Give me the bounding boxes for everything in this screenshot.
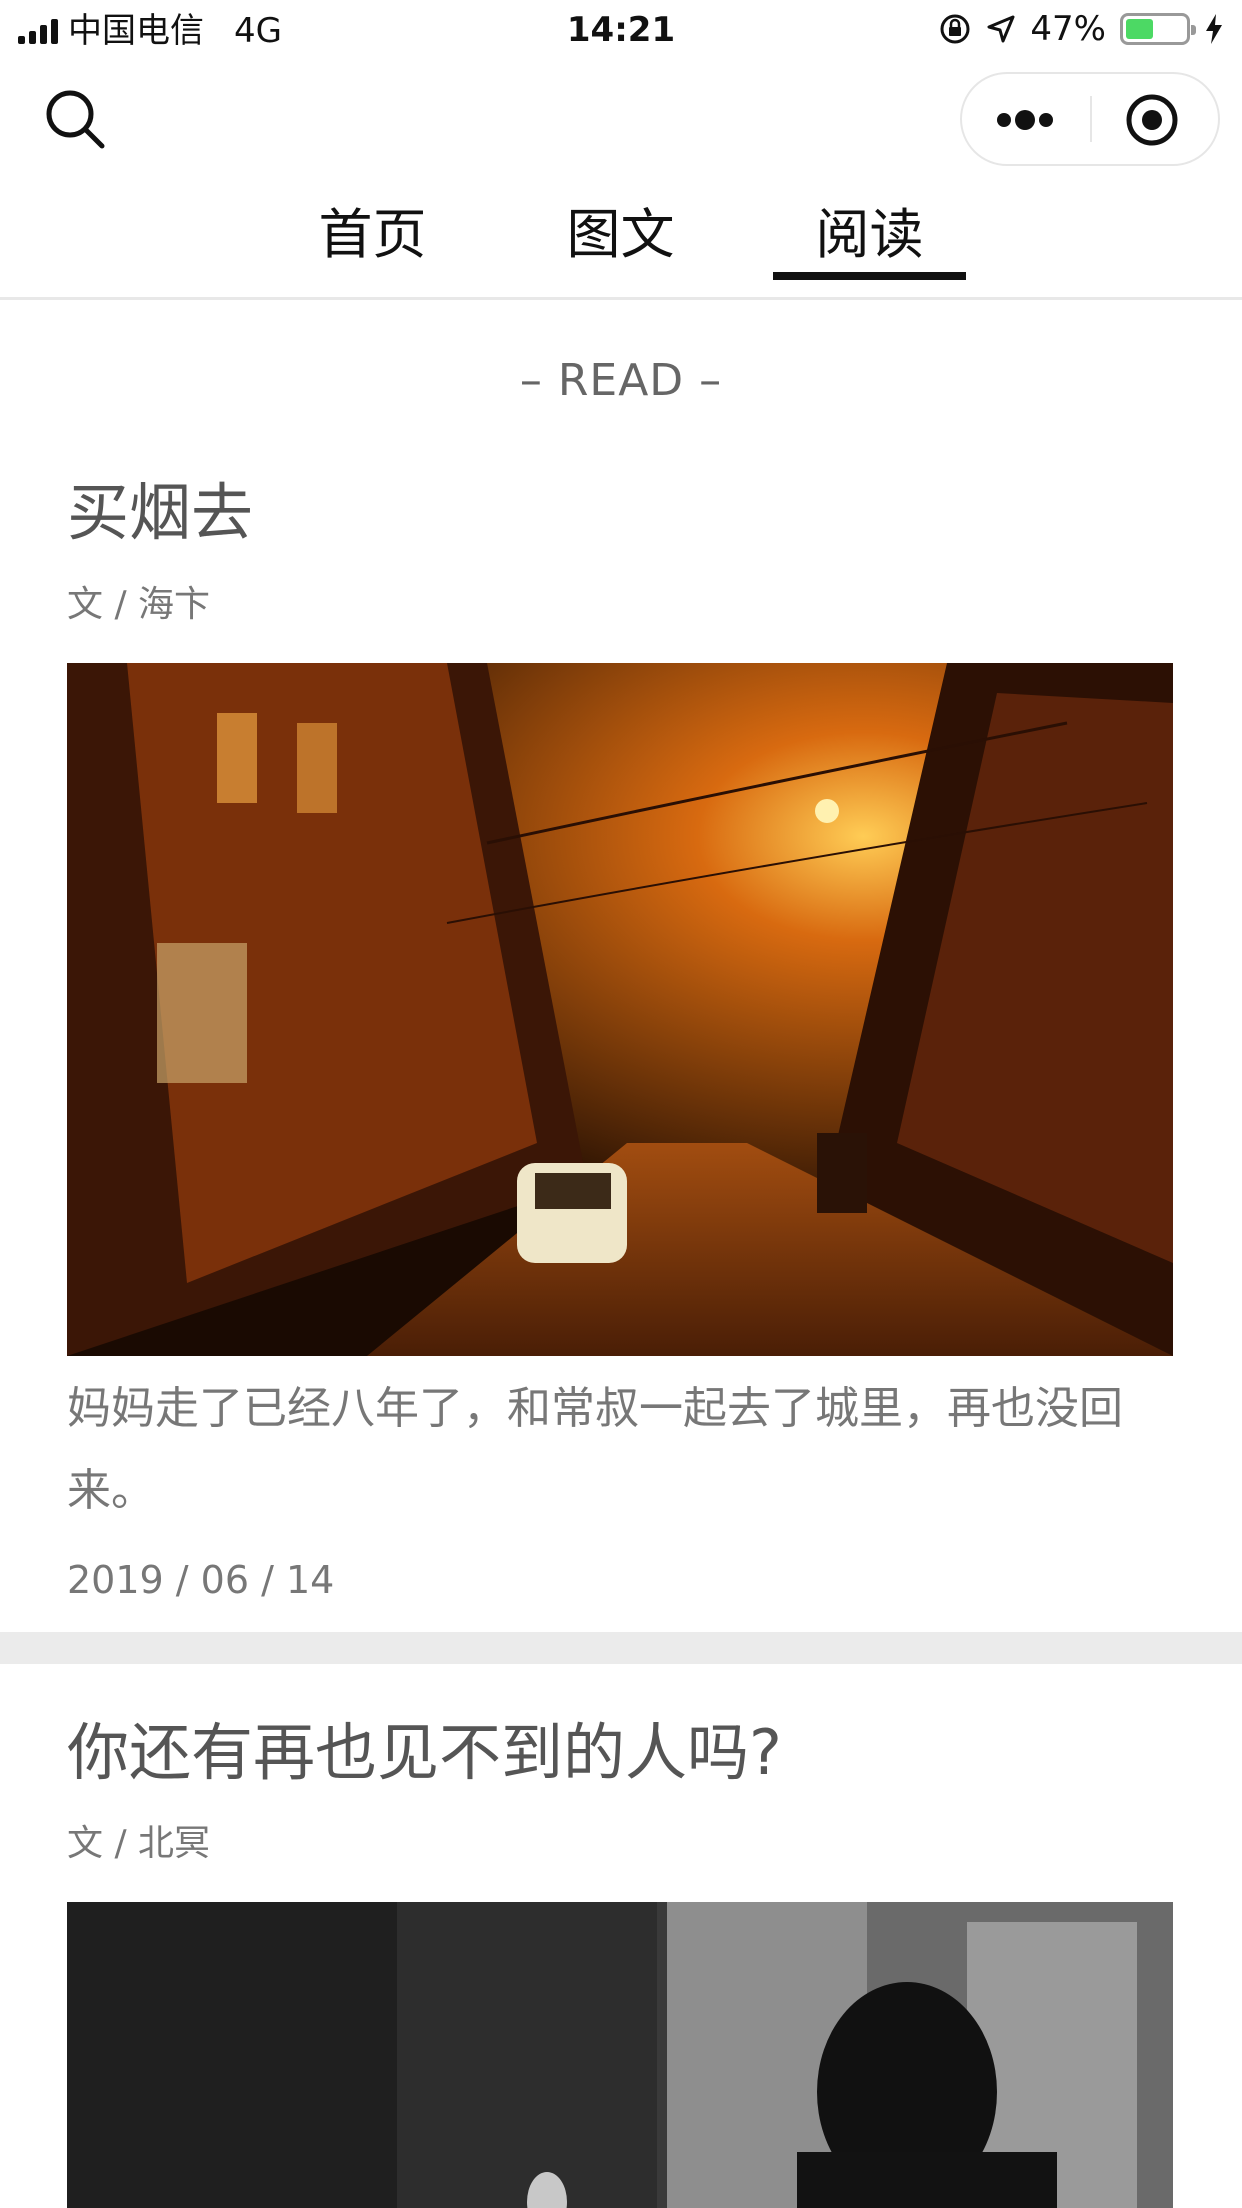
section-separator (0, 1632, 1242, 1664)
charging-bolt-icon (1206, 14, 1222, 44)
tab-bar: 首页 图文 阅读 (0, 200, 1242, 290)
article-cover-image[interactable] (67, 1902, 1173, 2208)
article-date: 2019 / 06 / 14 (67, 1558, 335, 1602)
status-right: 47% (938, 10, 1224, 48)
search-button[interactable] (42, 86, 114, 158)
tab-bar-divider (0, 297, 1242, 300)
battery-percent: 47% (1030, 9, 1106, 49)
rotation-lock-icon (940, 14, 970, 44)
more-button[interactable] (962, 74, 1090, 164)
status-bar: 中国电信 4G 14:21 47% (0, 0, 1242, 62)
article-title[interactable]: 买烟去 (67, 462, 253, 552)
night-street-photo (67, 663, 1173, 1356)
monochrome-room-photo (67, 1902, 1173, 2208)
active-tab-indicator (773, 272, 966, 280)
article-author: 文 / 北冥 (67, 1823, 211, 1864)
article-author: 文 / 海卞 (67, 584, 211, 625)
battery-icon (1120, 13, 1196, 45)
battery-level (1126, 19, 1153, 39)
tab-picture-text[interactable]: 图文 (548, 200, 693, 290)
location-arrow-icon (987, 15, 1015, 43)
battery-tip (1191, 25, 1196, 35)
article-cover-image[interactable] (67, 663, 1173, 1356)
article-title[interactable]: 你还有再也见不到的人吗? (67, 1702, 782, 1792)
target-circle-icon (1126, 94, 1178, 146)
article-excerpt: 妈妈走了已经八年了，和常叔一起去了城里，再也没回来。 (67, 1383, 1123, 1516)
tab-home[interactable]: 首页 (300, 200, 445, 290)
search-icon (46, 90, 105, 149)
section-label: – READ – (519, 355, 723, 406)
close-button[interactable] (1092, 74, 1218, 164)
more-dots-icon (997, 110, 1053, 130)
mini-program-capsule (960, 72, 1220, 166)
